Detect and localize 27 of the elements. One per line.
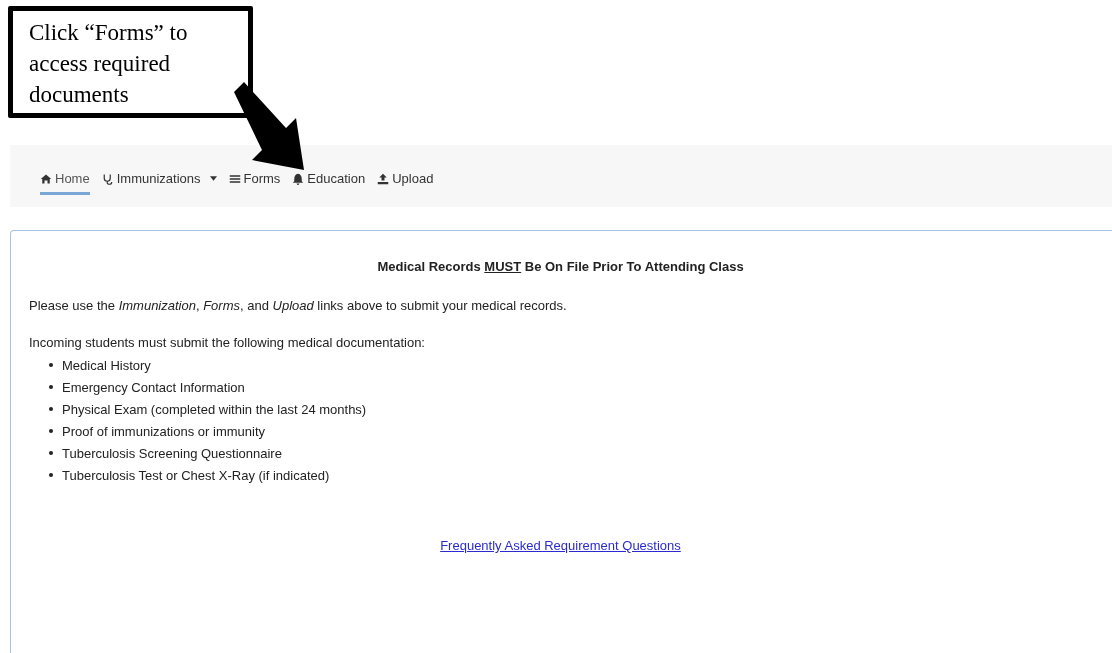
bullet-icon — [49, 451, 53, 455]
callout-text: Click “Forms” to access required documents — [8, 6, 253, 118]
requirement-item: Proof of immunizations or immunity — [62, 423, 265, 439]
stethoscope-icon — [101, 172, 114, 185]
bullet-icon — [49, 429, 53, 433]
bullet-icon — [49, 363, 53, 367]
list-icon — [228, 172, 241, 185]
nav-tab[interactable]: Immunizations — [101, 165, 217, 195]
requirement-item: Tuberculosis Screening Questionnaire — [62, 445, 282, 461]
requirement-item: Tuberculosis Test or Chest X-Ray (if indicated) — [62, 467, 330, 483]
bullet-icon — [49, 407, 53, 411]
bullet-icon — [49, 385, 53, 389]
nav-tab[interactable]: Forms — [228, 165, 281, 195]
nav-tab[interactable]: Education — [292, 165, 366, 195]
requirement-item: Medical History — [62, 357, 151, 373]
nav-tab[interactable]: Upload — [377, 165, 434, 195]
nav-tab[interactable]: Home — [40, 165, 90, 195]
requirement-item: Emergency Contact Information — [62, 379, 245, 395]
intro-text: Please use the Immunization, Forms, and Upload links above to submit your medical records. — [29, 298, 568, 313]
requirement-item: Physical Exam (completed within the last 24 months) — [62, 401, 367, 417]
faq-link[interactable]: Frequently Asked Requirement Questions — [440, 538, 681, 553]
bullet-icon — [49, 473, 53, 477]
list-intro-text: Incoming students must submit the following medical documentation: — [29, 335, 426, 350]
page-heading: Medical Records MUST Be On File Prior To Attending Class — [376, 259, 745, 274]
bell-icon — [292, 172, 305, 185]
upload-icon — [377, 172, 390, 185]
home-icon — [40, 172, 52, 185]
